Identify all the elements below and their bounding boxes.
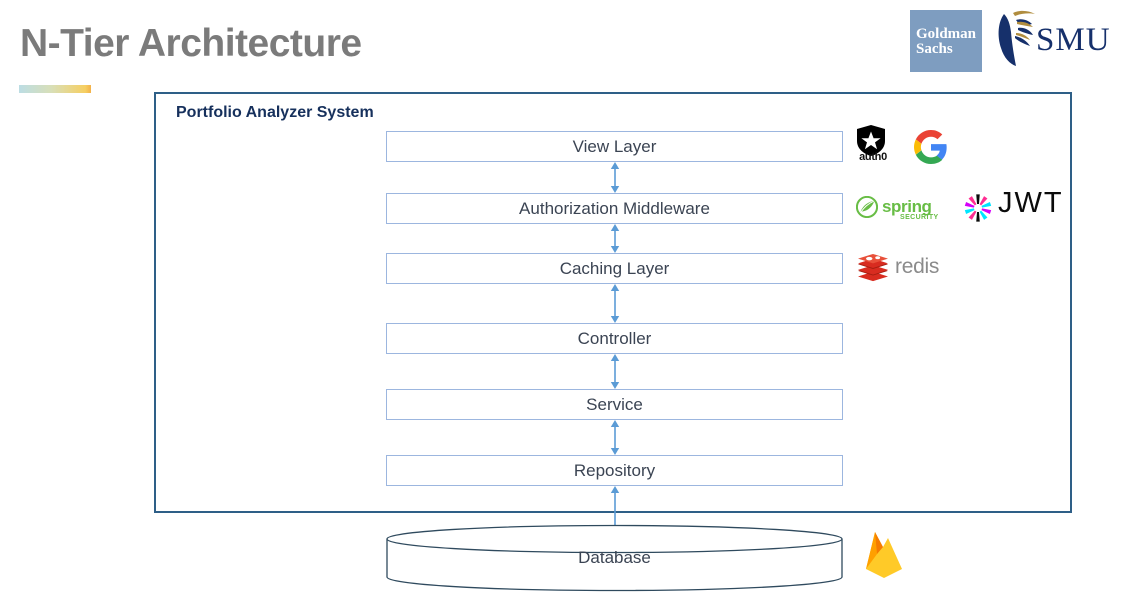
smu-wordmark: SMU bbox=[1036, 22, 1111, 58]
redis-stack-icon bbox=[858, 253, 888, 282]
layer-label: Repository bbox=[573, 460, 656, 480]
page-title: N-Tier Architecture bbox=[20, 22, 362, 65]
connector-caching-to-controller bbox=[607, 284, 623, 323]
layer-label: Controller bbox=[577, 328, 652, 348]
system-title: Portfolio Analyzer System bbox=[176, 104, 374, 121]
spring-security-sublabel: SECURITY bbox=[900, 214, 939, 221]
database-node[interactable]: Database bbox=[386, 524, 843, 592]
auth0-wordmark: auth0 bbox=[859, 151, 887, 163]
jwt-wordmark: JWT bbox=[998, 187, 1064, 219]
jwt-logo: JWT bbox=[962, 187, 1070, 228]
goldman-sachs-line1: Goldman bbox=[916, 26, 977, 42]
layer-box-view-layer[interactable]: View Layer bbox=[386, 131, 843, 162]
connector-authorization-to-caching bbox=[607, 224, 623, 253]
goldman-sachs-logo: Goldman Sachs bbox=[910, 10, 982, 72]
spring-security-logo: spring SECURITY bbox=[856, 195, 966, 225]
redis-logo: redis bbox=[857, 252, 952, 284]
connector-controller-to-service bbox=[607, 354, 623, 389]
firebase-logo bbox=[861, 528, 907, 580]
auth0-logo: auth0 bbox=[856, 124, 890, 164]
spring-leaf-icon bbox=[856, 196, 878, 218]
connector-view-to-authorization bbox=[607, 162, 623, 193]
layer-box-controller[interactable]: Controller bbox=[386, 323, 843, 354]
redis-wordmark: redis bbox=[895, 255, 940, 278]
layer-box-repository[interactable]: Repository bbox=[386, 455, 843, 486]
google-g-icon bbox=[914, 130, 947, 164]
smu-logo: SMU bbox=[992, 8, 1132, 70]
layer-label: Authorization Middleware bbox=[519, 198, 710, 218]
layer-label: Service bbox=[586, 394, 643, 414]
layer-box-caching-layer[interactable]: Caching Layer bbox=[386, 253, 843, 284]
jwt-pinwheel-icon bbox=[964, 194, 992, 222]
google-logo bbox=[914, 130, 948, 164]
goldman-sachs-line2: Sachs bbox=[916, 41, 953, 57]
layer-box-service[interactable]: Service bbox=[386, 389, 843, 420]
title-accent-bar bbox=[19, 85, 91, 93]
firebase-flame-icon bbox=[866, 532, 902, 578]
layer-box-authorization-middleware[interactable]: Authorization Middleware bbox=[386, 193, 843, 224]
database-label: Database bbox=[578, 548, 651, 567]
layer-label: View Layer bbox=[572, 136, 657, 156]
layer-label: Caching Layer bbox=[559, 258, 670, 278]
connector-service-to-repository bbox=[607, 420, 623, 455]
